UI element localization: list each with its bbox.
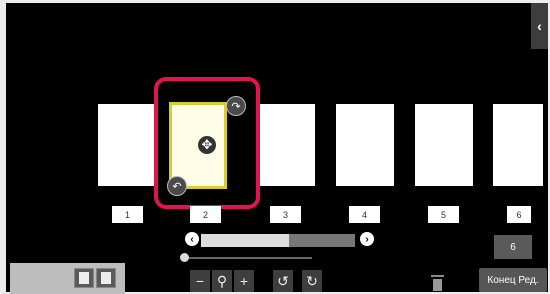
page-number-2: 2 xyxy=(190,206,221,223)
end-edit-button[interactable]: Конец Ред. xyxy=(479,268,547,292)
page-thumbnail-6[interactable] xyxy=(493,104,543,186)
page-number-3: 3 xyxy=(270,206,301,223)
rotate-top-icon[interactable]: ↷ xyxy=(226,96,246,116)
page-number-5: 5 xyxy=(428,206,459,223)
rotate-bottom-icon[interactable]: ↶ xyxy=(167,176,187,196)
scroll-right-button[interactable]: › xyxy=(360,232,374,246)
page-number-6: 6 xyxy=(507,206,531,223)
rotate-left-button[interactable]: ↺ xyxy=(273,270,293,292)
image-icon xyxy=(79,272,89,284)
current-page-indicator: 6 xyxy=(494,235,532,259)
scroll-thumb[interactable] xyxy=(201,234,289,247)
trash-icon[interactable] xyxy=(431,275,444,291)
page-thumbnail-1[interactable] xyxy=(98,104,156,186)
zoom-icon[interactable]: ⚲ xyxy=(212,270,232,292)
page-number-1: 1 xyxy=(112,206,143,223)
page-thumbnail-4[interactable] xyxy=(336,104,394,186)
zoom-in-button[interactable]: + xyxy=(234,270,254,292)
scroll-left-button[interactable]: ‹ xyxy=(185,232,199,246)
zoom-slider-knob[interactable] xyxy=(180,253,189,262)
zoom-slider-track[interactable] xyxy=(184,257,312,259)
page-thumbnail-5[interactable] xyxy=(415,104,473,186)
page-icon xyxy=(101,272,111,284)
page-number-4: 4 xyxy=(349,206,380,223)
page-thumbnail-3[interactable] xyxy=(257,104,315,186)
scroll-track[interactable] xyxy=(201,234,355,247)
zoom-out-button[interactable]: − xyxy=(190,270,210,292)
collapse-panel-button[interactable]: ‹ xyxy=(531,3,548,49)
move-icon[interactable]: ✥ xyxy=(198,136,216,154)
rotate-right-button[interactable]: ↻ xyxy=(302,270,322,292)
page-view-button[interactable] xyxy=(96,268,116,288)
thumbnail-view-button[interactable] xyxy=(74,268,94,288)
